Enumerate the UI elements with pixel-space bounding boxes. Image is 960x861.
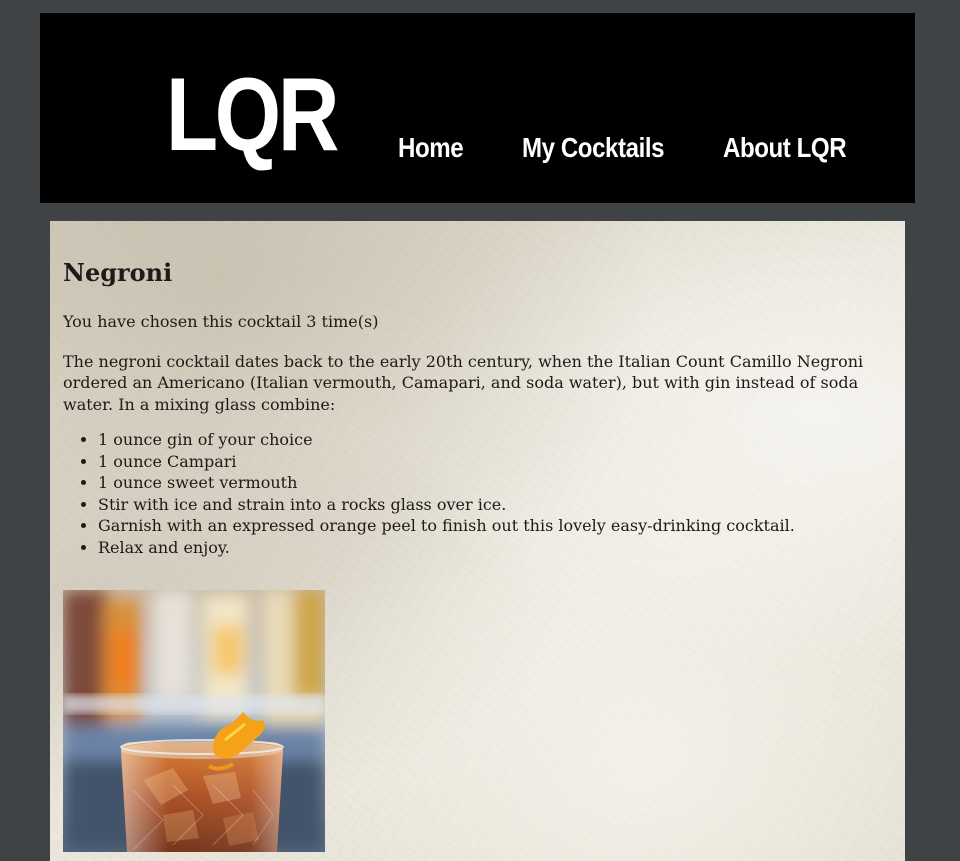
site-header: LQR Home My Cocktails About LQR (40, 13, 915, 203)
list-item: Garnish with an expressed orange peel to… (98, 515, 892, 537)
logo-text: LQR (166, 57, 339, 173)
page-title: Negroni (63, 258, 173, 287)
chosen-count-text: You have chosen this cocktail 3 time(s) (63, 312, 379, 331)
cocktail-detail-panel: Negroni You have chosen this cocktail 3 … (50, 221, 905, 861)
list-item: Stir with ice and strain into a rocks gl… (98, 494, 892, 516)
nav-link-home[interactable]: Home (398, 131, 464, 165)
negroni-photo (63, 590, 325, 852)
list-item: Relax and enjoy. (98, 537, 892, 559)
recipe-steps-list: 1 ounce gin of your choice 1 ounce Campa… (63, 429, 892, 558)
cocktail-description: The negroni cocktail dates back to the e… (63, 351, 864, 414)
nav-link-my-cocktails[interactable]: My Cocktails (522, 131, 664, 165)
nav-link-about[interactable]: About LQR (723, 131, 847, 165)
list-item: 1 ounce sweet vermouth (98, 472, 892, 494)
site-logo[interactable]: LQR (166, 57, 339, 175)
list-item: 1 ounce gin of your choice (98, 429, 892, 451)
list-item: 1 ounce Campari (98, 451, 892, 473)
